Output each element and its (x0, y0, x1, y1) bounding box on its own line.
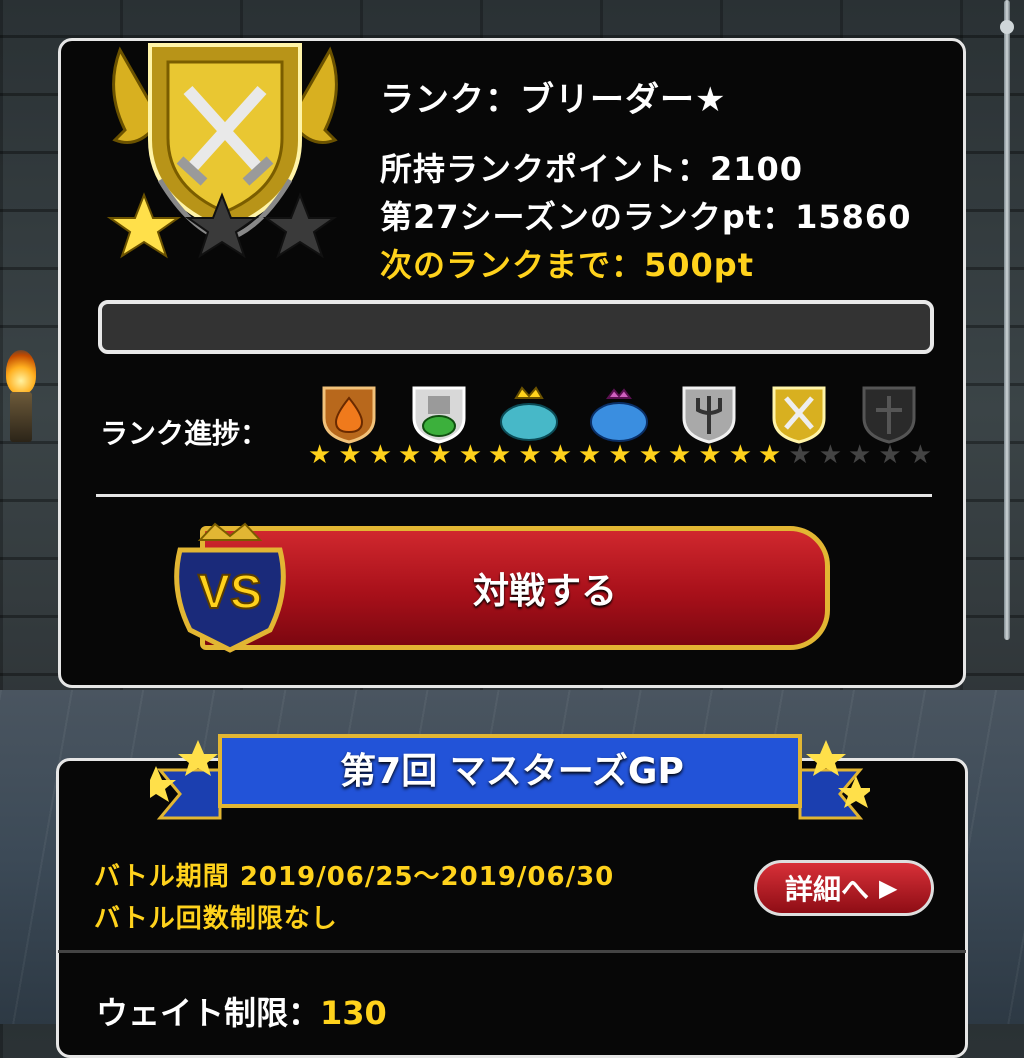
star-icon: ★ (368, 440, 392, 470)
star-icon: ★ (578, 440, 602, 470)
black-crest-icon (862, 386, 916, 444)
scroll-rail[interactable] (1004, 0, 1010, 640)
star-icon: ★ (548, 440, 572, 470)
star-icon: ★ (608, 440, 632, 470)
king-slime-crest-icon (500, 386, 558, 441)
section-divider (96, 494, 932, 497)
star-icon: ★ (518, 440, 542, 470)
rank-icon[interactable]: ★ ★ ★ (758, 384, 842, 474)
rank-icon-stars: ★ ★ ★ (578, 442, 662, 468)
rank-icon-stars: ★ ★ ★ (758, 442, 842, 468)
torch-icon (0, 340, 44, 460)
weight-limit-label: ウェイト制限： (96, 994, 321, 1032)
vs-badge-icon: VS (174, 522, 286, 653)
rank-progress-bar (98, 300, 934, 354)
grand-prix-title: 第7回 マスターズGP (340, 751, 684, 792)
star-icon: ★ (428, 440, 452, 470)
rank-icon[interactable]: ★ ★ ★ (578, 384, 662, 474)
battle-limit: バトル回数制限なし (94, 904, 338, 934)
detail-button-label: 詳細へ (785, 873, 870, 906)
star-icon: ★ (728, 440, 752, 470)
star-icon: ★ (308, 440, 332, 470)
star-icon: ★ (788, 440, 812, 470)
scroll-knob[interactable] (1000, 20, 1014, 34)
rank-icon-stars: ★ ★ ★ (308, 442, 392, 468)
rank-icon-stars: ★ ★ ★ (668, 442, 752, 468)
rank-emblem-icon (106, 43, 338, 259)
rank-icon[interactable]: ★ ★ ★ (308, 384, 392, 474)
weight-limit: ウェイト制限：130 (96, 988, 387, 1034)
battle-period: バトル期間 2019/06/25〜2019/06/30 (94, 862, 615, 892)
rank-points: 所持ランクポイント：2100 (380, 150, 804, 188)
rank-icon[interactable]: ★ ★ ★ (398, 384, 482, 474)
rank-icon-stars: ★ ★ ★ (488, 442, 572, 468)
gold-swords-crest-icon (772, 386, 826, 444)
slime-knight-crest-icon (412, 386, 466, 444)
rank-title: ランク：ブリーダー★ (380, 80, 727, 120)
star-icon: ★ (698, 440, 722, 470)
star-icon: ★ (338, 440, 362, 470)
season-points: 第27シーズンのランクpt：15860 (380, 198, 912, 236)
rank-progress-label: ランク進捗： (100, 417, 269, 450)
star-icon: ★ (908, 440, 932, 470)
star-icon: ★ (488, 440, 512, 470)
next-rank-points: 次のランクまで：500pt (380, 246, 755, 284)
section-divider (58, 950, 966, 953)
star-icon: ★ (638, 440, 662, 470)
rank-icon-stars: ★ ★ ★ (398, 442, 482, 468)
chevron-right-icon: ▶ (879, 874, 898, 902)
rank-icon[interactable]: ★ ★ ★ (668, 384, 752, 474)
star-icon: ★ (668, 440, 692, 470)
queen-slime-crest-icon (590, 388, 648, 442)
star-icon: ★ (398, 440, 422, 470)
star-icon: ★ (848, 440, 872, 470)
star-icon: ★ (758, 440, 782, 470)
rank-icon[interactable]: ★ ★ ★ (488, 384, 572, 474)
rank-progress-icons: ★ ★ ★ ★ ★ ★ ★ ★ ★ ★ ★ ★ ★ ★ ★ ★ ★ ★ ★ ★ … (308, 384, 932, 474)
vs-badge-text: VS (198, 566, 262, 619)
rank-icon-stars: ★ ★ ★ (848, 442, 932, 468)
star-icon: ★ (818, 440, 842, 470)
star-icon: ★ (458, 440, 482, 470)
silver-trident-crest-icon (682, 386, 736, 444)
she-slime-crest-icon (322, 386, 376, 444)
rank-icon[interactable]: ★ ★ ★ (848, 384, 932, 474)
star-icon: ★ (878, 440, 902, 470)
weight-limit-value: 130 (320, 994, 387, 1032)
detail-button[interactable]: 詳細へ ▶ (754, 860, 934, 916)
battle-button-label: 対戦する (472, 571, 617, 612)
